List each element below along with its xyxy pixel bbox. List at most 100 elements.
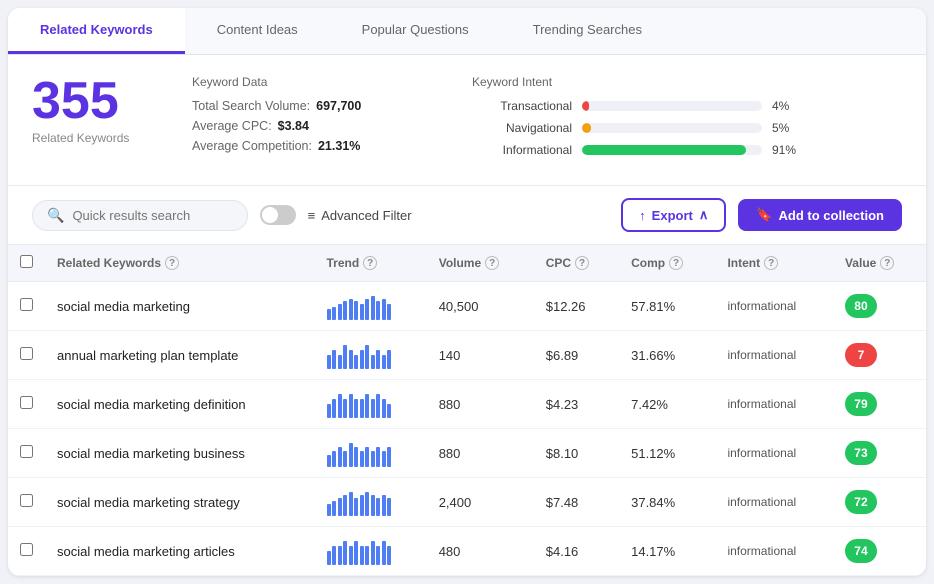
add-label: Add to collection (779, 208, 884, 223)
comp-help-icon[interactable]: ? (669, 256, 683, 270)
trend-bar (376, 301, 380, 320)
value-badge: 80 (845, 294, 877, 318)
adv-filter-label: Advanced Filter (321, 208, 411, 223)
intent-bar-bg (582, 101, 762, 111)
add-to-collection-button[interactable]: 🔖 Add to collection (738, 199, 902, 231)
comp-cell: 31.66% (619, 331, 715, 380)
trend-bar (371, 451, 375, 467)
keyword-cell: social media marketing business (45, 429, 315, 478)
value-help-icon[interactable]: ? (880, 256, 894, 270)
row-checkbox[interactable] (20, 347, 33, 360)
th-comp: Comp ? (619, 245, 715, 282)
tab-related-keywords[interactable]: Related Keywords (8, 8, 185, 54)
trend-bar (332, 350, 336, 369)
row-checkbox[interactable] (20, 396, 33, 409)
toggle-wrap[interactable] (260, 205, 296, 225)
trend-bar (327, 404, 331, 418)
intent-label: Informational (472, 143, 572, 157)
intent-label: Navigational (472, 121, 572, 135)
search-wrapper: 🔍 (32, 200, 248, 231)
volume-cell: 40,500 (427, 282, 534, 331)
select-all-checkbox[interactable] (20, 255, 33, 268)
trend-bar (354, 399, 358, 418)
trend-bar (338, 355, 342, 369)
related-keywords-count: 355 Related Keywords (32, 75, 152, 145)
th-value: Value ? (833, 245, 926, 282)
volume-help-icon[interactable]: ? (485, 256, 499, 270)
keyword-cell: social media marketing strategy (45, 478, 315, 527)
cpc-cell: $6.89 (534, 331, 619, 380)
filter-icon: ≡ (308, 208, 316, 223)
keyword-help-icon[interactable]: ? (165, 256, 179, 270)
trend-bar (382, 541, 386, 565)
export-button[interactable]: ↑ Export ∧ (621, 198, 726, 232)
trend-bar (382, 451, 386, 467)
trend-bar (365, 447, 369, 467)
advanced-filter-button[interactable]: ≡ Advanced Filter (308, 208, 412, 223)
row-checkbox[interactable] (20, 494, 33, 507)
trend-bar (382, 299, 386, 320)
trend-bar (349, 299, 353, 320)
keyword-cell: annual marketing plan template (45, 331, 315, 380)
row-checkbox[interactable] (20, 543, 33, 556)
comp-cell: 14.17% (619, 527, 715, 576)
row-checkbox[interactable] (20, 445, 33, 458)
total-search-volume-value: 697,700 (316, 99, 361, 113)
trend-bar (365, 394, 369, 418)
th-checkbox (8, 245, 45, 282)
trend-bar (360, 451, 364, 467)
intent-cell: informational (715, 527, 833, 576)
intent-help-icon[interactable]: ? (764, 256, 778, 270)
trend-bar (338, 498, 342, 516)
trend-bar (338, 304, 342, 320)
cpc-help-icon[interactable]: ? (575, 256, 589, 270)
comp-cell: 7.42% (619, 380, 715, 429)
chevron-up-icon: ∧ (699, 207, 709, 223)
value-cell: 72 (833, 478, 926, 527)
trend-bar (376, 350, 380, 369)
row-checkbox[interactable] (20, 298, 33, 311)
toggle-switch[interactable] (260, 205, 296, 225)
table-row: social media marketing40,500$12.2657.81%… (8, 282, 926, 331)
keyword-cell: social media marketing definition (45, 380, 315, 429)
trend-bar (327, 355, 331, 369)
intent-bar-bg (582, 145, 762, 155)
trend-bar (338, 394, 342, 418)
total-search-volume-label: Total Search Volume: (192, 99, 310, 113)
tab-bar: Related Keywords Content Ideas Popular Q… (8, 8, 926, 55)
tab-content-ideas[interactable]: Content Ideas (185, 8, 330, 54)
intent-row: Navigational 5% (472, 121, 902, 135)
keyword-data-title: Keyword Data (192, 75, 432, 89)
search-input[interactable] (72, 208, 232, 223)
trend-bar (360, 304, 364, 320)
keyword-data-panel: Keyword Data Total Search Volume: 697,70… (192, 75, 432, 159)
th-volume: Volume ? (427, 245, 534, 282)
tab-popular-questions[interactable]: Popular Questions (330, 8, 501, 54)
avg-cpc-label: Average CPC: (192, 119, 272, 133)
cpc-cell: $8.10 (534, 429, 619, 478)
search-icon: 🔍 (47, 207, 64, 224)
trend-bar (327, 309, 331, 320)
trend-bar (365, 546, 369, 565)
table-row: social media marketing definition880$4.2… (8, 380, 926, 429)
trend-bar (365, 299, 369, 320)
tab-trending-searches[interactable]: Trending Searches (501, 8, 674, 54)
trend-bar (327, 455, 331, 467)
count-label: Related Keywords (32, 131, 129, 145)
trend-bar (332, 399, 336, 418)
trend-bar (382, 495, 386, 516)
table-row: social media marketing strategy2,400$7.4… (8, 478, 926, 527)
intent-label: Transactional (472, 99, 572, 113)
volume-cell: 480 (427, 527, 534, 576)
filter-row: 🔍 ≡ Advanced Filter ↑ Export ∧ 🔖 Add to … (8, 186, 926, 245)
value-cell: 80 (833, 282, 926, 331)
collection-icon: 🔖 (756, 207, 772, 223)
trend-bar (354, 447, 358, 467)
volume-cell: 2,400 (427, 478, 534, 527)
trend-bar (349, 394, 353, 418)
intent-bar (582, 101, 589, 111)
value-badge: 74 (845, 539, 877, 563)
trend-bar (376, 394, 380, 418)
table-body: social media marketing40,500$12.2657.81%… (8, 282, 926, 576)
trend-help-icon[interactable]: ? (363, 256, 377, 270)
